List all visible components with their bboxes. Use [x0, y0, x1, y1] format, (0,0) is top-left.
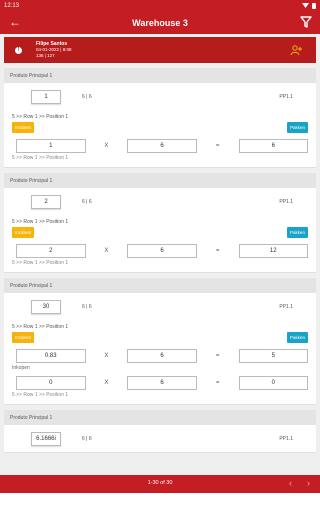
back-arrow-icon[interactable]: ← [8, 15, 22, 29]
unit-qty-field[interactable]: 6 [127, 138, 197, 153]
product-header: Produto Principal 1 [4, 278, 316, 293]
product-code: PP1.1 [279, 93, 293, 100]
product-row: 30 6 | 6 PP1.1 [4, 293, 316, 320]
system-nav-bar [0, 493, 320, 512]
pick-qty-field[interactable]: 0.83 [16, 348, 86, 363]
filter-icon[interactable] [300, 16, 312, 28]
pakken-button[interactable]: Pakken [286, 227, 308, 238]
total-field[interactable]: 6 [238, 138, 308, 153]
product-row: 1 6 | 6 PP1.1 [4, 83, 316, 110]
pakken-button[interactable]: Pakken [286, 122, 308, 133]
calc-row: 2 X 6 = 12 [12, 242, 308, 259]
location-section: 5 >> Row 1 >> Position 1 Incident Pakken… [4, 110, 316, 167]
multiply-sign: X [104, 352, 109, 359]
product-row: 6.1666i 6 | 6 PP1.1 [4, 425, 316, 452]
product-header: Produto Principal 1 [4, 68, 316, 83]
ratio-text: 6 | 6 [82, 303, 92, 310]
battery-icon [312, 2, 316, 9]
quantity-field[interactable]: 6.1666i [31, 431, 61, 446]
page-title: Warehouse 3 [132, 17, 188, 28]
picking-list[interactable]: Produto Principal 1 1 6 | 6 PP1.1 5 >> R… [4, 68, 316, 472]
equals-sign: = [215, 352, 220, 359]
calc-row-inkopen: 0 X 6 = 0 [12, 374, 308, 391]
incident-button[interactable]: Incident [12, 122, 34, 133]
location-section: 5 >> Row 1 >> Position 1 Incident Pakken… [4, 320, 316, 404]
location-path: 5 >> Row 1 >> Position 1 [12, 114, 69, 120]
product-code: PP1.1 [279, 435, 293, 442]
total-field[interactable]: 12 [238, 243, 308, 258]
location-sub: 5 >> Row 1 >> Position 1 [12, 260, 69, 266]
unit-qty-field[interactable]: 6 [127, 348, 197, 363]
quantity-field[interactable]: 30 [31, 299, 61, 314]
wifi-icon [302, 3, 309, 8]
prev-page-icon[interactable]: ‹ [289, 478, 292, 488]
location-sub: 5 >> Row 1 >> Position 1 [12, 155, 69, 161]
inkopen-label: Inkopen [12, 365, 30, 371]
product-header: Produto Principal 1 [4, 173, 316, 188]
app-bar: ← Warehouse 3 [0, 11, 320, 34]
product-code: PP1.1 [279, 303, 293, 310]
user-card: ! Filipe Santos 04-01-2022 | 8:08 136 | … [4, 37, 316, 63]
equals-sign: = [215, 379, 220, 386]
equals-sign: = [215, 142, 220, 149]
pick-qty-field[interactable]: 2 [16, 243, 86, 258]
multiply-sign: X [104, 379, 109, 386]
add-user-icon[interactable] [290, 44, 302, 56]
total-field[interactable]: 5 [238, 348, 308, 363]
product-code: PP1.1 [279, 198, 293, 205]
ratio-text: 6 | 6 [82, 198, 92, 205]
incident-button[interactable]: Incident [12, 227, 34, 238]
location-section: 5 >> Row 1 >> Position 1 Incident Pakken… [4, 215, 316, 272]
calc-row: 0.83 X 6 = 5 [12, 347, 308, 364]
ratio-text: 6 | 6 [82, 435, 92, 442]
inkopen-unit-field[interactable]: 6 [127, 375, 197, 390]
product-header: Produto Principal 1 [4, 410, 316, 425]
product-block: Produto Principal 1 1 6 | 6 PP1.1 5 >> R… [4, 68, 316, 168]
product-block: Produto Principal 1 6.1666i 6 | 6 PP1.1 [4, 410, 316, 453]
unit-qty-field[interactable]: 6 [127, 243, 197, 258]
product-block: Produto Principal 1 30 6 | 6 PP1.1 5 >> … [4, 278, 316, 405]
location-path: 5 >> Row 1 >> Position 1 [12, 219, 69, 225]
product-row: 2 6 | 6 PP1.1 [4, 188, 316, 215]
calc-row: 1 X 6 = 6 [12, 137, 308, 154]
multiply-sign: X [104, 247, 109, 254]
status-time: 12:13 [4, 2, 20, 9]
quantity-field[interactable]: 2 [31, 194, 61, 209]
user-ids: 136 | 127 [36, 53, 55, 58]
location-path: 5 >> Row 1 >> Position 1 [12, 324, 69, 330]
status-bar: 12:13 [0, 0, 320, 11]
location-sub: 5 >> Row 1 >> Position 1 [12, 392, 69, 398]
incident-button[interactable]: Incident [12, 332, 34, 343]
quantity-field[interactable]: 1 [31, 89, 61, 104]
ratio-text: 6 | 6 [82, 93, 92, 100]
user-meta: Filipe Santos 04-01-2022 | 8:08 136 | 12… [36, 41, 71, 59]
next-page-icon[interactable]: › [307, 478, 310, 488]
pagination-bar: 1-30 of 30 ‹ › [0, 475, 320, 493]
multiply-sign: X [104, 142, 109, 149]
inkopen-qty-field[interactable]: 0 [16, 375, 86, 390]
equals-sign: = [215, 247, 220, 254]
inkopen-total-field[interactable]: 0 [238, 375, 308, 390]
info-icon: ! [15, 46, 22, 54]
product-block: Produto Principal 1 2 6 | 6 PP1.1 5 >> R… [4, 173, 316, 273]
pagination-label: 1-30 of 30 [147, 480, 173, 486]
pakken-button[interactable]: Pakken [286, 332, 308, 343]
pick-qty-field[interactable]: 1 [16, 138, 86, 153]
